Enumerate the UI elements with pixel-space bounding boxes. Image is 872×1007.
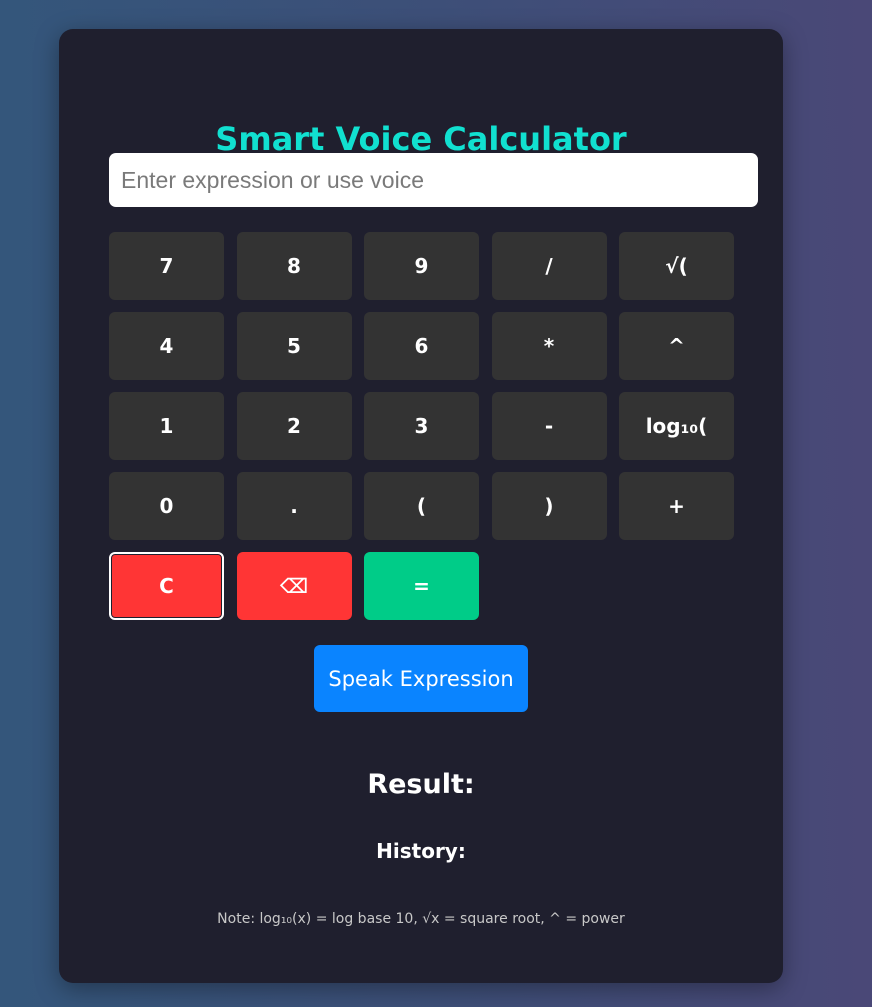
key-3[interactable]: 3 xyxy=(364,392,479,460)
key-decimal[interactable]: . xyxy=(236,472,352,540)
key-8[interactable]: 8 xyxy=(236,232,352,300)
key-1[interactable]: 1 xyxy=(109,392,224,460)
key-2[interactable]: 2 xyxy=(236,392,352,460)
key-multiply[interactable]: * xyxy=(491,312,607,380)
calculator-card: Smart Voice Calculator 7 8 9 / √( 4 5 6 … xyxy=(59,29,783,983)
key-5[interactable]: 5 xyxy=(236,312,352,380)
key-power[interactable]: ^ xyxy=(619,312,734,380)
key-0[interactable]: 0 xyxy=(109,472,224,540)
key-add[interactable]: + xyxy=(619,472,734,540)
history-label: History: xyxy=(376,839,466,863)
key-open-paren[interactable]: ( xyxy=(364,472,479,540)
key-subtract[interactable]: - xyxy=(491,392,607,460)
speak-expression-button[interactable]: Speak Expression xyxy=(314,645,528,712)
result-label: Result: xyxy=(367,769,475,800)
key-4[interactable]: 4 xyxy=(109,312,224,380)
key-divide[interactable]: / xyxy=(491,232,607,300)
backspace-button[interactable]: ⌫ xyxy=(236,552,352,620)
expression-input[interactable] xyxy=(109,153,758,207)
key-7[interactable]: 7 xyxy=(109,232,224,300)
clear-button[interactable]: C xyxy=(109,552,224,620)
key-6[interactable]: 6 xyxy=(364,312,479,380)
key-log10[interactable]: log₁₀( xyxy=(619,392,734,460)
note-text: Note: log₁₀(x) = log base 10, √x = squar… xyxy=(217,911,625,927)
key-close-paren[interactable]: ) xyxy=(491,472,607,540)
key-9[interactable]: 9 xyxy=(364,232,479,300)
equals-button[interactable]: = xyxy=(364,552,479,620)
key-sqrt[interactable]: √( xyxy=(619,232,734,300)
keypad: 7 8 9 / √( 4 5 6 * ^ 1 2 3 - log₁₀( 0 . … xyxy=(109,232,734,620)
